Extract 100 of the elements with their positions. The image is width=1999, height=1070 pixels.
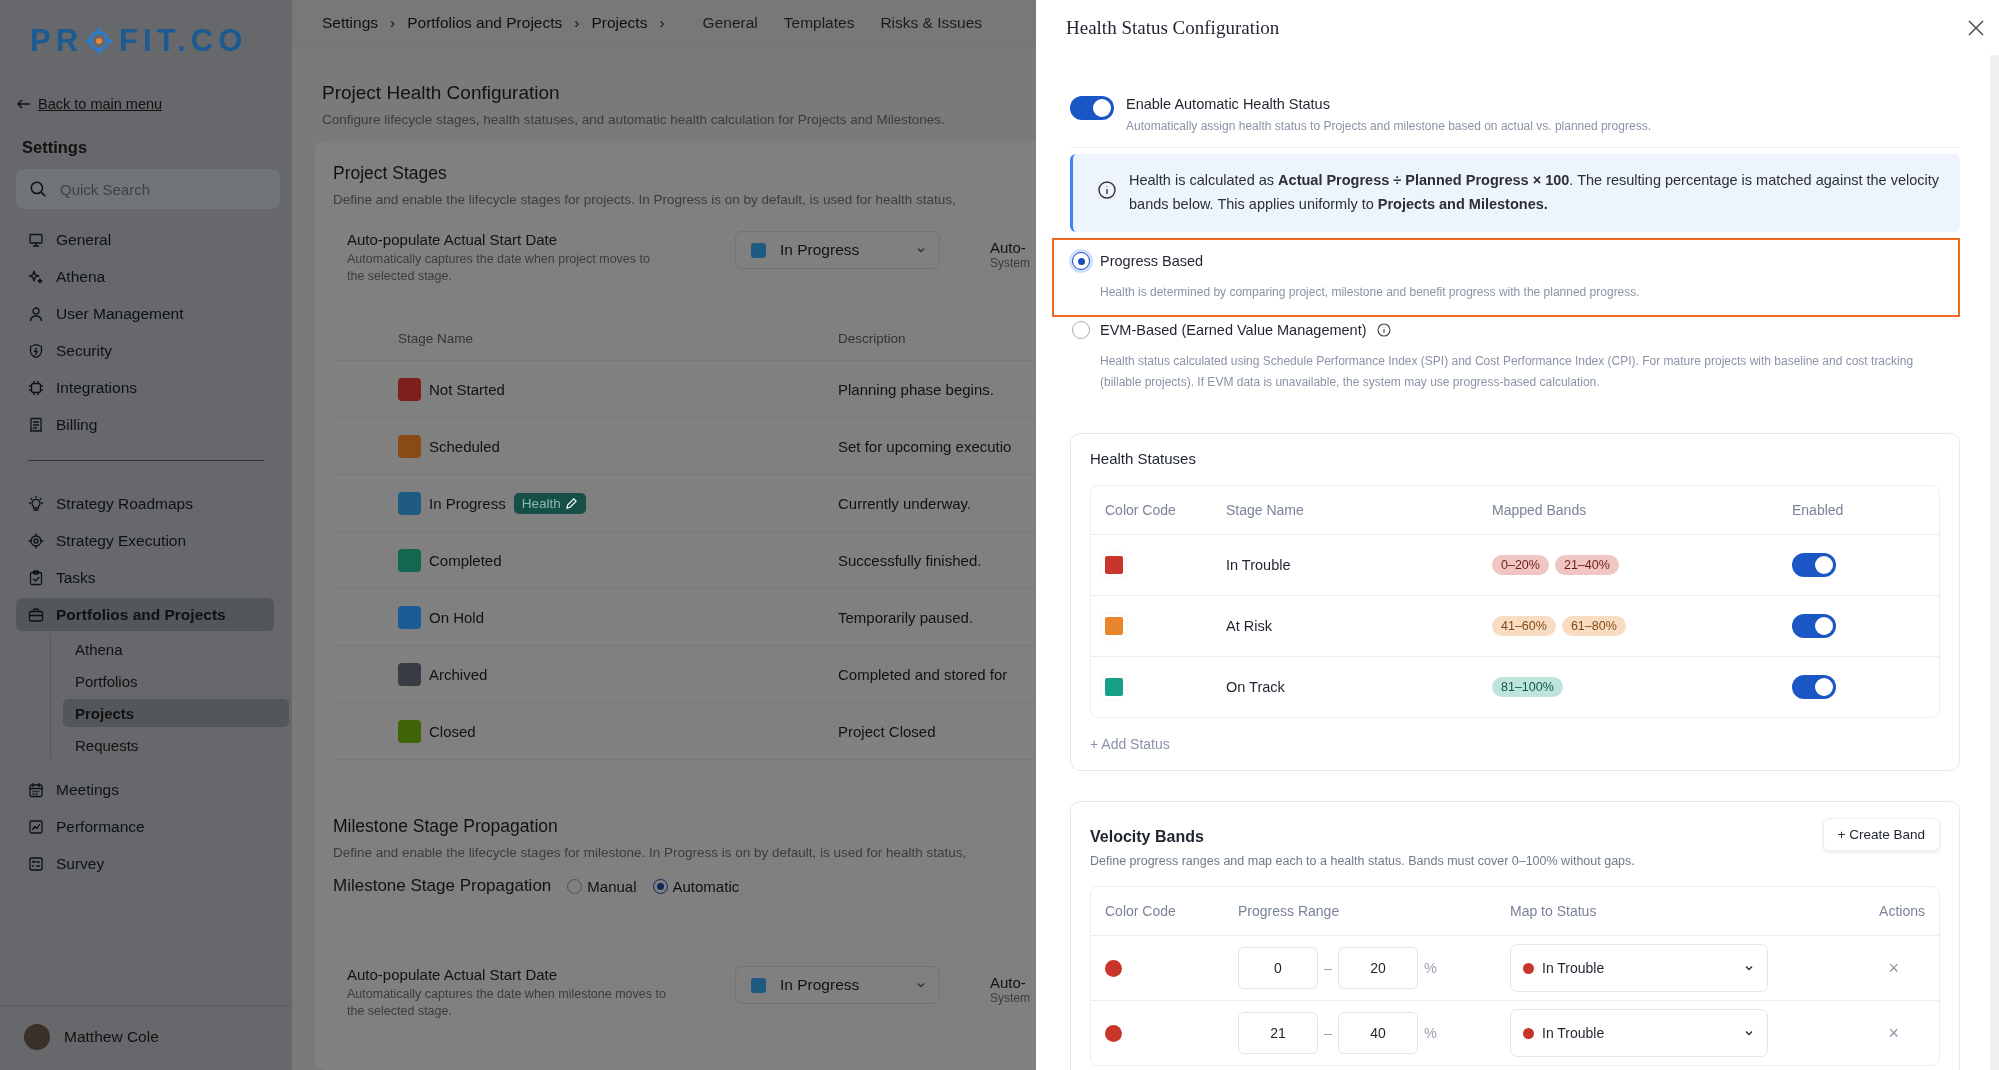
toggle-label: Enable Automatic Health Status [1126, 96, 1331, 112]
stage-name: Closed [429, 722, 476, 740]
back-link[interactable]: Back to main menu [38, 96, 163, 112]
tab[interactable]: Templates [783, 10, 855, 36]
sidebar-subitem[interactable]: Requests [63, 731, 289, 759]
column-header: Progress Range [1238, 903, 1341, 919]
breadcrumb-link[interactable]: Portfolios and Projects [407, 14, 563, 32]
sidebar-subitem[interactable]: Projects [63, 699, 289, 727]
stage-dropdown[interactable]: In Progress [735, 966, 940, 1004]
section-heading: Settings [22, 138, 89, 157]
setting-label: Auto-populate Actual Start Date [347, 231, 559, 248]
column-header: Description [838, 331, 906, 346]
sidebar-item[interactable]: Survey [16, 847, 274, 880]
stage-name: Not Started [429, 380, 505, 398]
remove-button[interactable]: × [1888, 1022, 1899, 1044]
remove-button[interactable]: × [1888, 957, 1899, 979]
setting-description: System [990, 991, 1030, 1005]
breadcrumb-separator: › [390, 14, 396, 32]
sidebar-item[interactable]: Portfolios and Projects [16, 598, 274, 631]
toggle-description: Automatically assign health status to Projects and milestone based on actual vs. planned progress. [1126, 119, 1651, 133]
range-separator: – [1324, 1025, 1333, 1041]
stage-name: Completed [429, 551, 502, 569]
range-from-field[interactable]: 0 [1238, 947, 1318, 989]
band-chip: 0–20% [1492, 555, 1549, 575]
sidebar-subitem[interactable]: Athena [63, 635, 289, 663]
create-band-button[interactable]: + Create Band [1822, 818, 1940, 851]
range-to-field[interactable]: 40 [1338, 1012, 1419, 1054]
add-status-link[interactable]: + Add Status [1090, 736, 1940, 752]
band-chip: 61–80% [1561, 616, 1626, 636]
column-header: Color Code [1105, 502, 1177, 518]
setting-description: Automatically captures the date when milestone moves to the selected stage. [347, 986, 667, 1020]
card-title: Project Stages [333, 163, 448, 184]
setting-label: Auto- [990, 974, 1027, 991]
band-chip: 21–40% [1554, 555, 1619, 575]
band-chip: 41–60% [1492, 616, 1556, 636]
card-title: Milestone Stage Propagation [333, 816, 559, 837]
health-badge[interactable]: Health [513, 492, 586, 514]
tab[interactable]: Risks & Issues [880, 10, 983, 36]
stage-dropdown[interactable]: In Progress [735, 231, 940, 269]
stage-description: Currently underway. [838, 494, 972, 512]
stage-description: Successfully finished. [838, 551, 982, 569]
breadcrumb-separator: › [659, 14, 665, 32]
status-name: On Track [1226, 679, 1286, 695]
sidebar-item[interactable]: Strategy Execution [16, 524, 274, 557]
sidebar-item[interactable]: Tasks [16, 561, 274, 594]
column-header: Color Code [1105, 903, 1177, 919]
stage-name: Scheduled [429, 437, 500, 455]
page-subtitle: Configure lifecycle stages, health statuses, and automatic health calculation for Projects and Milestones. [322, 112, 946, 127]
band-chip: 81–100% [1492, 677, 1563, 697]
logo-text: FIT.CO [119, 23, 248, 59]
range-from-field[interactable]: 21 [1238, 1012, 1318, 1054]
sidebar-item[interactable]: General [16, 223, 274, 256]
radio-option[interactable]: Automatic [652, 877, 740, 895]
stage-name: In Progress [429, 494, 506, 512]
tab[interactable]: General [702, 10, 758, 36]
option-label: EVM-Based (Earned Value Management) [1100, 322, 1367, 338]
card-title: Health Statuses [1090, 450, 1197, 467]
stage-name: On Hold [429, 608, 485, 626]
setting-description: System [990, 256, 1030, 270]
method-option[interactable]: Progress Based Health is determined by comparing project, milestone and benefit progress with the planned progress. [1052, 238, 1960, 317]
sidebar-item[interactable]: Billing [16, 408, 274, 441]
status-dropdown[interactable]: In Trouble [1510, 1009, 1768, 1057]
unit-label: % [1424, 1025, 1437, 1041]
page-title: Project Health Configuration [322, 82, 561, 104]
sidebar-subitem[interactable]: Portfolios [63, 667, 289, 695]
breadcrumb-separator: › [574, 14, 580, 32]
stage-description: Planning phase begins. [838, 380, 994, 398]
column-header: Enabled [1792, 502, 1845, 518]
column-header: Stage Name [1226, 502, 1305, 518]
stage-description: Completed and stored for [838, 665, 1008, 683]
card-description: Define and enable the lifecycle stages for milestone. In Progress is on by default, is used for health status, [333, 845, 968, 860]
setting-label: Milestone Stage Propagation [333, 876, 552, 896]
sidebar-item[interactable]: Meetings [16, 773, 274, 806]
info-text: Health is calculated as Actual Progress ÷ Planned Progress × 100. The resulting percentage is matched against the velocity bands below. This applies uniformly to Projects and Milestones. [1129, 171, 1940, 214]
status-name: In Trouble [1226, 557, 1292, 573]
option-description: Health status calculated using Schedule Performance Index (SPI) and Cost Performance Index (CPI). For mature projects with baseline and cost tracking (billable projects). If EVM data is unavailable, the system may use progress-based calculation. [1100, 353, 1915, 391]
option-description: Health is determined by comparing project, milestone and benefit progress with the planned progress. [1100, 284, 1641, 301]
sidebar-item[interactable]: Performance [16, 810, 274, 843]
stage-description: Temporarily paused. [838, 608, 974, 626]
range-separator: – [1324, 960, 1333, 976]
sidebar-item[interactable]: Integrations [16, 371, 274, 404]
stage-description: Set for upcoming executio [838, 437, 1012, 455]
breadcrumb-link[interactable]: Projects [591, 14, 648, 32]
card-description: Define progress ranges and map each to a health status. Bands must cover 0–100% without gaps. [1090, 854, 1635, 868]
card-description: Define and enable the lifecycle stages for projects. In Progress is on by default, is used for health status, [333, 192, 957, 207]
sidebar-item[interactable]: Athena [16, 260, 274, 293]
radio-option[interactable]: Manual [567, 877, 637, 895]
status-dropdown[interactable]: In Trouble [1510, 944, 1768, 992]
sidebar-item[interactable]: Strategy Roadmaps [16, 487, 274, 520]
status-name: At Risk [1226, 618, 1273, 634]
range-to-field[interactable]: 20 [1338, 947, 1419, 989]
option-label: Progress Based [1100, 253, 1204, 269]
breadcrumb-link[interactable]: Settings [322, 14, 378, 32]
sidebar-item[interactable]: Security [16, 334, 274, 367]
sidebar-item[interactable]: User Management [16, 297, 274, 330]
unit-label: % [1424, 960, 1437, 976]
column-header: Mapped Bands [1492, 502, 1588, 518]
user-name: Matthew Cole [64, 1028, 159, 1046]
stage-name: Archived [429, 665, 488, 683]
panel-title: Health Status Configuration [1066, 17, 1280, 39]
